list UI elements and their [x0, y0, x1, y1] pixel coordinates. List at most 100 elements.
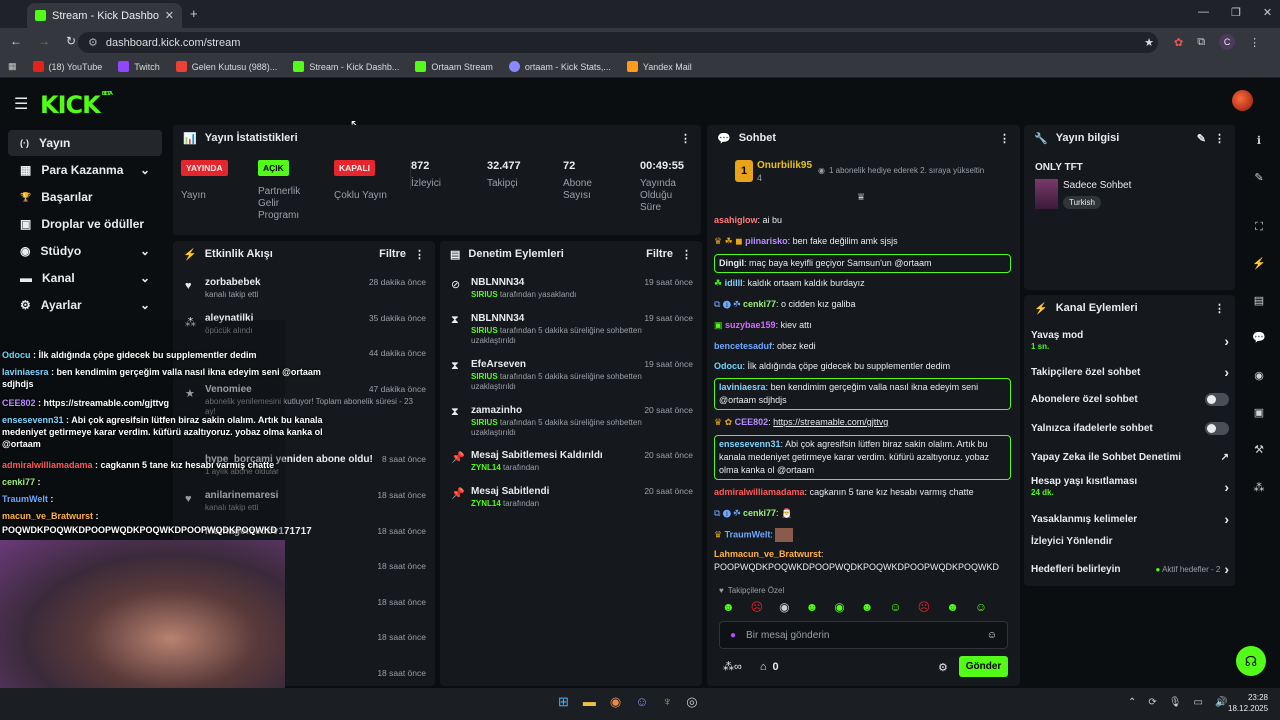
store[interactable]: ⌂ 0: [760, 661, 779, 673]
extension-icon[interactable]: ✿: [1174, 36, 1183, 49]
chat-username[interactable]: idilll: [725, 278, 743, 288]
lightning-icon[interactable]: ⚡: [1250, 255, 1268, 273]
action-subs-only[interactable]: Abonelere özel sohbet: [1031, 393, 1229, 406]
display-icon[interactable]: ▭: [1193, 697, 1202, 708]
emote-icon[interactable]: ☺: [889, 600, 901, 614]
extensions-puzzle-icon[interactable]: ⧉: [1197, 36, 1205, 49]
emote-icon[interactable]: ☹: [751, 600, 764, 614]
kiss-icon[interactable]: ⁂: [1250, 479, 1268, 497]
chat-username[interactable]: Lahmacun_ve_Bratwurst: [714, 549, 821, 559]
mod-target[interactable]: Mesaj Sabitlendi: [471, 486, 549, 497]
action-account-age[interactable]: Hesap yaşı kısıtlaması 24 dk. ›: [1031, 476, 1229, 498]
clock[interactable]: 23:28 18.12.2025: [1228, 692, 1268, 714]
apps-grid-icon[interactable]: ▦: [8, 61, 17, 72]
save-icon[interactable]: ▣: [1250, 404, 1268, 422]
activity-user[interactable]: zorbabebek: [205, 277, 261, 288]
sidebar-item-droplar[interactable]: ▣ Droplar ve ödüller: [8, 211, 162, 237]
bookmark[interactable]: Ortaam Stream: [415, 61, 493, 72]
emote-icon[interactable]: ☻: [861, 600, 874, 614]
more-options-icon[interactable]: ⋮: [681, 248, 692, 261]
chat-username[interactable]: admiralwilliamadama: [714, 487, 805, 497]
pencil-icon[interactable]: ✎: [1250, 169, 1268, 187]
category-thumbnail[interactable]: [1035, 179, 1058, 209]
more-options-icon[interactable]: ⋮: [1214, 302, 1225, 315]
emote-icon[interactable]: ◉: [779, 600, 789, 614]
action-goals[interactable]: Hedefleri belirleyin ● Aktif hedefler - 2…: [1031, 561, 1229, 577]
windows-start-icon[interactable]: ⊞: [558, 694, 569, 710]
emote-icon[interactable]: ☺: [975, 600, 987, 614]
tray-overflow-icon[interactable]: ⌃: [1128, 697, 1136, 708]
sidebar-item-kanal[interactable]: ▬ Kanal ⌄: [8, 265, 162, 291]
volume-icon[interactable]: 🔊: [1215, 697, 1227, 708]
app-icon[interactable]: ♆: [663, 694, 673, 710]
top-gifter-name[interactable]: Onurbilik95: [757, 160, 812, 171]
sidebar-item-basarilar[interactable]: 🏆 Başarılar: [8, 184, 162, 210]
action-followers-only[interactable]: Takipçilere özel sohbet ›: [1031, 364, 1229, 380]
chat-username[interactable]: Dingil: [719, 258, 744, 268]
subs-only-toggle[interactable]: [1205, 393, 1229, 406]
new-tab-icon[interactable]: +: [190, 6, 198, 21]
chat-username[interactable]: cenki77: [743, 508, 776, 518]
kick-logo[interactable]: KICK BETA: [40, 91, 113, 119]
action-banned-words[interactable]: Yasaklanmış kelimeler ›: [1031, 511, 1229, 527]
network-icon[interactable]: ⟳: [1148, 697, 1156, 708]
category-name[interactable]: Sadece Sohbet: [1063, 180, 1131, 191]
emoji-picker-icon[interactable]: ☺: [987, 630, 997, 641]
more-options-icon[interactable]: ⋮: [680, 132, 691, 145]
reload-icon[interactable]: ↻: [66, 34, 76, 48]
info-icon[interactable]: ℹ: [1250, 132, 1268, 150]
maximize-icon[interactable]: ❐: [1231, 6, 1241, 19]
filter-button[interactable]: Filtre: [646, 248, 673, 260]
site-info-icon[interactable]: ⚙: [88, 36, 98, 49]
hamburger-menu-icon[interactable]: ☰: [14, 94, 28, 114]
bookmark[interactable]: Yandex Mail: [626, 61, 692, 72]
sidebar-item-yayin[interactable]: (·) Yayın: [8, 130, 162, 156]
window-close-icon[interactable]: ✕: [1263, 6, 1272, 19]
bookmark[interactable]: (18) YouTube: [32, 61, 102, 72]
chat-username[interactable]: ensesevenn31: [719, 439, 781, 449]
emote-icon[interactable]: ☻: [946, 600, 959, 614]
forward-icon[interactable]: →: [38, 34, 50, 48]
chat-username[interactable]: piinarisko: [745, 236, 788, 246]
discord-icon[interactable]: ☺: [635, 694, 648, 710]
chat-username[interactable]: TraumWelt: [725, 529, 771, 539]
mod-target[interactable]: NBLNNN34: [471, 313, 524, 324]
mic-icon[interactable]: 🎙: [1169, 697, 1182, 708]
chrome-icon[interactable]: ◉: [610, 694, 621, 710]
chat-username[interactable]: suzybae159: [725, 320, 776, 330]
sidebar-item-ayarlar[interactable]: ⚙ Ayarlar ⌄: [8, 292, 162, 318]
chat-username[interactable]: CEE802: [735, 417, 769, 427]
file-explorer-icon[interactable]: ▬: [583, 694, 596, 710]
wrench-icon[interactable]: ⚒: [1250, 441, 1268, 459]
edit-icon[interactable]: ✎: [1197, 132, 1206, 145]
chat-settings-icon[interactable]: ⚙: [938, 661, 948, 674]
chat-username[interactable]: bencetesaduf: [714, 341, 772, 351]
bookmark[interactable]: Stream - Kick Dashb...: [293, 61, 399, 72]
bookmark[interactable]: Gelen Kutusu (988)...: [175, 61, 277, 72]
action-slow-mode[interactable]: Yavaş mod 1 sn. ›: [1031, 330, 1229, 352]
chat-input[interactable]: ● Bir mesaj gönderin ☺: [719, 621, 1008, 649]
mod-target[interactable]: EfeArseven: [471, 359, 526, 370]
more-options-icon[interactable]: ⋮: [414, 248, 425, 261]
emote-icon[interactable]: ☻: [722, 600, 735, 614]
browser-menu-icon[interactable]: ⋮: [1249, 36, 1260, 49]
url-bar[interactable]: ⚙ dashboard.kick.com/stream ★: [78, 32, 1158, 53]
bookmark[interactable]: ortaam - Kick Stats,...: [508, 61, 611, 72]
chat-username[interactable]: laviniaesra: [719, 382, 766, 392]
expand-pinned-icon[interactable]: ⩸: [858, 192, 864, 203]
action-emote-only[interactable]: Yalnızca ifadelerle sohbet: [1031, 422, 1229, 435]
more-options-icon[interactable]: ⋮: [999, 132, 1010, 145]
more-options-icon[interactable]: ⋮: [1214, 132, 1225, 145]
minimize-icon[interactable]: —: [1198, 6, 1209, 19]
emote-only-toggle[interactable]: [1205, 422, 1229, 435]
support-headset-icon[interactable]: ☊: [1236, 646, 1266, 676]
bookmark[interactable]: Twitch: [118, 61, 160, 72]
points-icon[interactable]: ⁂∞: [723, 660, 742, 673]
tab-close-icon[interactable]: ✕: [165, 9, 174, 22]
mic-icon[interactable]: ●: [730, 630, 736, 641]
action-host[interactable]: İzleyici Yönlendir: [1031, 536, 1229, 547]
emote-icon[interactable]: ◉: [834, 600, 844, 614]
chat-username[interactable]: asahiglow: [714, 215, 758, 225]
mod-target[interactable]: NBLNNN34: [471, 277, 524, 288]
action-ai-moderation[interactable]: Yapay Zeka ile Sohbet Denetimi ↗: [1031, 452, 1229, 463]
